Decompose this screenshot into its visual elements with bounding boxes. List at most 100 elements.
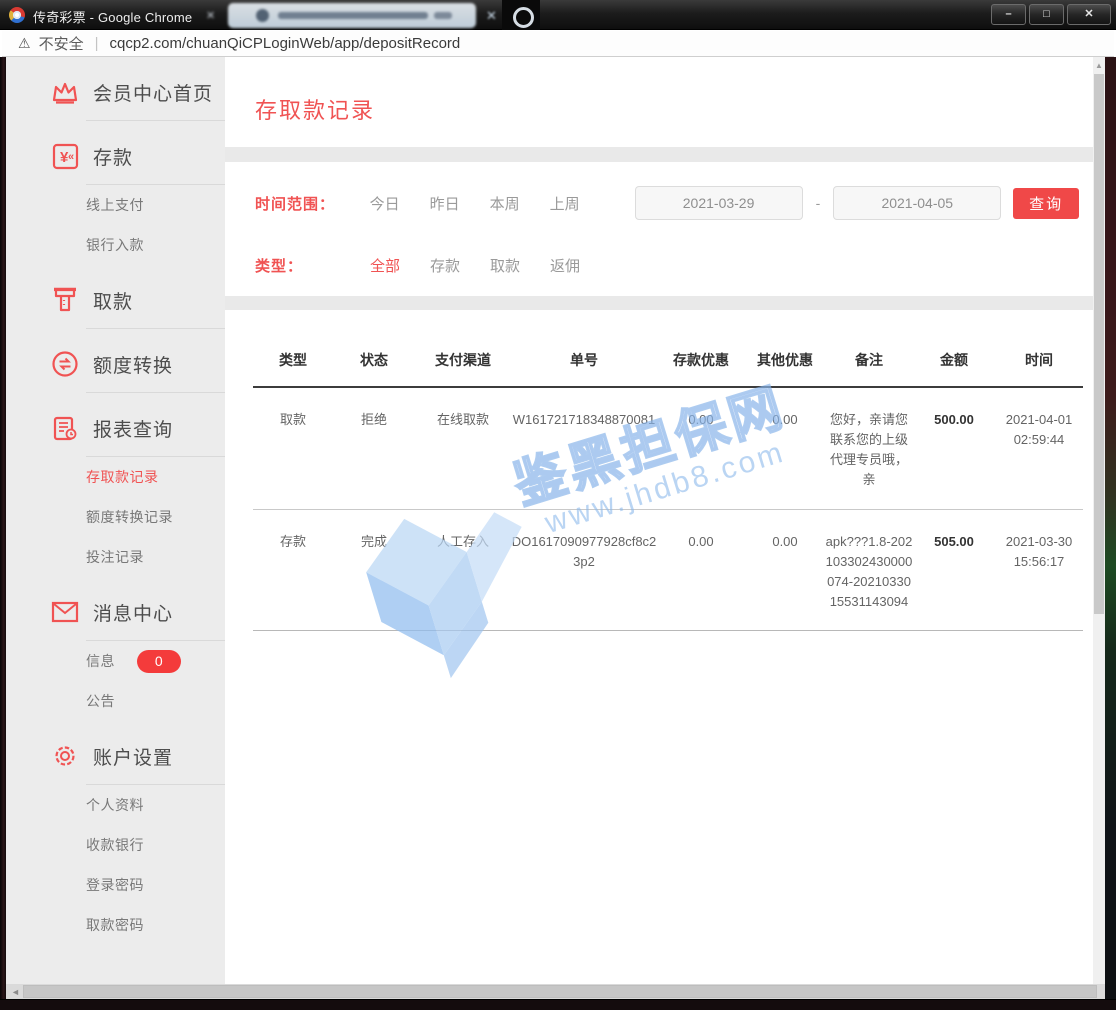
vertical-scrollbar[interactable]: ▲: [1093, 57, 1105, 984]
col-header-remark: 备注: [825, 350, 913, 370]
deposit-icon: ¥«: [50, 141, 80, 171]
cell-other-bonus: 0.00: [745, 410, 825, 491]
not-secure-warning-icon[interactable]: ⚠: [18, 35, 31, 52]
cell-amount: 505.00: [913, 532, 995, 613]
ghost-window-icon: [502, 0, 540, 30]
divider: [86, 120, 225, 121]
divider: [86, 392, 225, 393]
date-from-input[interactable]: [635, 186, 803, 220]
sidebar-item-member-home[interactable]: 会员中心首页: [6, 64, 225, 120]
url-text[interactable]: cqcp2.com/chuanQiCPLoginWeb/app/depositR…: [109, 35, 460, 52]
type-option-rebate[interactable]: 返佣: [550, 255, 580, 276]
cell-deposit-bonus: 0.00: [657, 532, 745, 613]
sidebar-item-label: 登录密码: [86, 875, 144, 895]
transfer-icon: [50, 349, 80, 379]
report-icon: [50, 413, 80, 443]
type-option-all[interactable]: 全部: [370, 255, 400, 276]
sidebar-item-receiving-bank[interactable]: 收款银行: [6, 825, 225, 865]
cell-type: 取款: [253, 410, 333, 491]
col-header-order-no: 单号: [511, 350, 657, 370]
sidebar-item-label: 线上支付: [86, 195, 144, 215]
sidebar-item-profile[interactable]: 个人资料: [6, 785, 225, 825]
query-button[interactable]: 查询: [1013, 188, 1079, 219]
filter-panel: 时间范围： 今日 昨日 本周 上周 - 查询 类型： 全部 存款 取款 返佣: [225, 162, 1093, 296]
date-range-dash: -: [816, 195, 821, 211]
quick-range-last-week[interactable]: 上周: [550, 193, 580, 214]
minimize-button[interactable]: –: [991, 4, 1026, 25]
section-divider-band: [225, 296, 1093, 310]
sidebar-item-label: 存取款记录: [86, 467, 159, 487]
cell-order-no: DO1617090977928cf8c23p2: [511, 532, 657, 613]
sidebar-item-report-query[interactable]: 报表查询: [6, 400, 225, 456]
url-separator: |: [95, 35, 99, 52]
sidebar-item-bank-deposit[interactable]: 银行入款: [6, 225, 225, 265]
message-icon: [50, 597, 80, 627]
sidebar-item-withdraw[interactable]: 取款: [6, 272, 225, 328]
quick-range-yesterday[interactable]: 昨日: [430, 193, 460, 214]
table-row: 存款 完成 人工存入 DO1617090977928cf8c23p2 0.00 …: [253, 510, 1083, 632]
time-range-row: 时间范围： 今日 昨日 本周 上周 - 查询: [255, 185, 1079, 221]
quick-range-today[interactable]: 今日: [370, 193, 400, 214]
cell-status: 拒绝: [333, 410, 415, 491]
browser-window: 传奇彩票 - Google Chrome ✕ ✕ – □ ✕ ⚠ 不安全 | c…: [0, 0, 1116, 1010]
col-header-other-bonus: 其他优惠: [745, 350, 825, 370]
quick-range-this-week[interactable]: 本周: [490, 193, 520, 214]
horizontal-scrollbar[interactable]: ◄: [6, 984, 1105, 999]
type-filter-label: 类型：: [255, 255, 370, 276]
sidebar-item-login-password[interactable]: 登录密码: [6, 865, 225, 905]
title-bar: 传奇彩票 - Google Chrome ✕ ✕ – □ ✕: [0, 0, 1116, 30]
sidebar: 会员中心首页 ¥« 存款 线上支付 银行入款 取款 额度转换: [6, 57, 225, 984]
cell-order-no: W161721718348870081: [511, 410, 657, 491]
withdraw-icon: [50, 285, 80, 315]
ghost-favicon: [256, 9, 269, 22]
cell-time: 2021-04-01 02:59:44: [995, 410, 1083, 491]
sidebar-item-label: 投注记录: [86, 547, 144, 567]
ghost-tab-title: [278, 12, 428, 19]
records-table: 类型 状态 支付渠道 单号 存款优惠 其他优惠 备注 金额 时间 取款 拒绝 在…: [225, 310, 1093, 631]
sidebar-item-deposit-withdraw-record[interactable]: 存取款记录: [6, 457, 225, 497]
chrome-app-icon: [9, 7, 25, 23]
message-count-badge: 0: [137, 650, 181, 673]
sidebar-item-label: 会员中心首页: [93, 79, 213, 106]
close-button[interactable]: ✕: [1067, 4, 1111, 25]
sidebar-item-quota-transfer[interactable]: 额度转换: [6, 336, 225, 392]
ghost-tab-title-end: [434, 12, 452, 19]
address-bar[interactable]: ⚠ 不安全 | cqcp2.com/chuanQiCPLoginWeb/app/…: [2, 31, 1114, 57]
table-row: 取款 拒绝 在线取款 W161721718348870081 0.00 0.00…: [253, 388, 1083, 510]
desktop-edge-strip: [1105, 57, 1116, 999]
sidebar-item-label: 公告: [86, 691, 115, 711]
maximize-button[interactable]: □: [1029, 4, 1064, 25]
vertical-scrollbar-thumb[interactable]: [1094, 74, 1104, 614]
window-controls: – □ ✕: [991, 4, 1111, 25]
sidebar-item-online-payment[interactable]: 线上支付: [6, 185, 225, 225]
date-to-input[interactable]: [833, 186, 1001, 220]
sidebar-item-account-settings[interactable]: 账户设置: [6, 728, 225, 784]
cell-channel: 在线取款: [415, 410, 511, 491]
col-header-amount: 金额: [913, 350, 995, 370]
sidebar-item-withdraw-password[interactable]: 取款密码: [6, 905, 225, 945]
sidebar-item-label: 信息: [86, 651, 115, 671]
sidebar-item-messages[interactable]: 信息 0: [6, 641, 225, 681]
sidebar-item-bet-record[interactable]: 投注记录: [6, 537, 225, 577]
type-option-withdraw[interactable]: 取款: [490, 255, 520, 276]
scroll-left-icon[interactable]: ◄: [11, 987, 20, 997]
sidebar-item-message-center[interactable]: 消息中心: [6, 584, 225, 640]
sidebar-item-quota-transfer-record[interactable]: 额度转换记录: [6, 497, 225, 537]
horizontal-scrollbar-thumb[interactable]: [23, 985, 1097, 998]
col-header-channel: 支付渠道: [415, 350, 511, 370]
cell-remark: 您好，亲请您联系您的上级代理专员哦，亲: [825, 410, 913, 491]
sidebar-item-label: 额度转换记录: [86, 507, 173, 527]
not-secure-label[interactable]: 不安全: [39, 33, 84, 54]
type-option-deposit[interactable]: 存款: [430, 255, 460, 276]
col-header-type: 类型: [253, 350, 333, 370]
sidebar-item-label: 银行入款: [86, 235, 144, 255]
sidebar-item-announcements[interactable]: 公告: [6, 681, 225, 721]
sidebar-item-label: 存款: [93, 143, 133, 170]
divider: [86, 328, 225, 329]
cell-status: 完成: [333, 532, 415, 613]
sidebar-item-deposit[interactable]: ¥« 存款: [6, 128, 225, 184]
scroll-up-icon[interactable]: ▲: [1095, 61, 1103, 70]
page-header: 存取款记录: [225, 57, 1093, 147]
col-header-time: 时间: [995, 350, 1083, 370]
main-content: 存取款记录 时间范围： 今日 昨日 本周 上周 - 查询 类型： 全部 存款 取…: [225, 57, 1093, 984]
